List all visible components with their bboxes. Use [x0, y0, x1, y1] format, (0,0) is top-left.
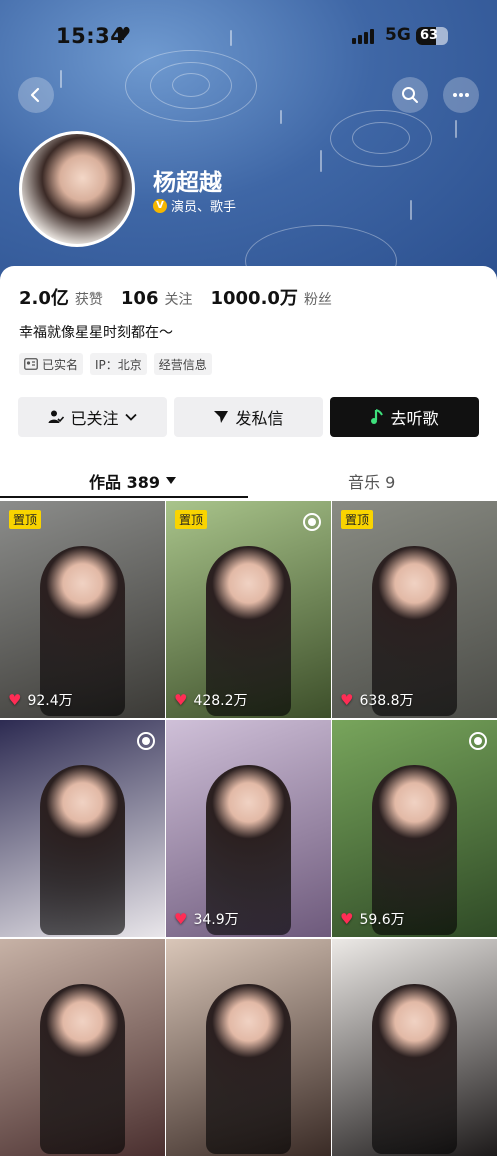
tab-works-label: 作品 389	[89, 473, 160, 492]
followers-label[interactable]: 粉丝	[304, 289, 332, 309]
following-label[interactable]: 关注	[164, 289, 192, 309]
rain-decoration	[410, 200, 412, 220]
tab-music-label: 音乐 9	[348, 473, 396, 492]
like-count-value: 428.2万	[193, 693, 248, 709]
verified-text: 演员、歌手	[171, 200, 237, 215]
live-photo-icon	[303, 513, 321, 531]
send-icon	[214, 411, 229, 423]
live-photo-icon	[137, 732, 155, 750]
pinned-badge: 置顶	[175, 510, 208, 529]
message-button[interactable]: 发私信	[174, 397, 323, 437]
video-thumbnail	[40, 984, 125, 1154]
video-thumbnail	[40, 765, 125, 935]
like-count: ♥ 59.6万	[340, 909, 405, 929]
rain-decoration	[320, 150, 322, 172]
listen-music-button[interactable]: 去听歌	[330, 397, 479, 437]
tag-label: 已实名	[42, 357, 79, 372]
like-count-value: 92.4万	[27, 693, 73, 709]
search-button[interactable]	[392, 77, 428, 113]
video-tile[interactable]: ♥ 34.9万	[166, 720, 331, 937]
listen-label: 去听歌	[390, 409, 439, 428]
user-check-icon	[48, 410, 65, 423]
following-count[interactable]: 106	[121, 288, 159, 309]
back-button[interactable]	[18, 77, 54, 113]
like-count: ♥ 428.2万	[174, 690, 248, 710]
heart-icon: ♥	[340, 691, 354, 709]
rain-decoration	[455, 120, 457, 138]
like-count-value: 638.8万	[359, 693, 414, 709]
video-tile[interactable]: ♥ 59.6万	[332, 720, 497, 937]
music-note-icon	[371, 409, 384, 424]
content-tabs: 作品 389 音乐 9	[0, 464, 497, 500]
avatar[interactable]	[19, 131, 135, 247]
active-tab-indicator	[0, 496, 248, 498]
status-bar: 15:34 ♥ 5G 63	[0, 22, 497, 52]
pinned-badge: 置顶	[9, 510, 42, 529]
tag-real-name: 已实名	[19, 353, 84, 375]
likes-count: 2.0亿	[19, 288, 69, 309]
more-button[interactable]	[443, 77, 479, 113]
heart-icon: ♥	[174, 691, 188, 709]
id-card-icon	[24, 358, 38, 370]
rain-decoration	[60, 70, 62, 88]
video-tile[interactable]	[166, 939, 331, 1156]
tab-works[interactable]: 作品 389	[89, 469, 176, 493]
ripple-decoration	[172, 73, 210, 97]
ripple-decoration	[352, 122, 410, 154]
tag-business-info[interactable]: 经营信息	[153, 353, 212, 375]
like-count: ♥ 92.4万	[8, 690, 73, 710]
verified-info: V 演员、歌手	[153, 196, 236, 215]
profile-header-banner: 15:34 ♥ 5G 63 杨超越 V 演员、歌手	[0, 0, 497, 290]
battery-level: 63	[419, 28, 439, 43]
video-tile[interactable]	[0, 720, 165, 937]
action-buttons: 已关注 发私信 去听歌	[18, 397, 479, 437]
video-tile[interactable]	[332, 939, 497, 1156]
pinned-badge: 置顶	[341, 510, 374, 529]
verified-badge-icon: V	[153, 198, 167, 213]
like-count: ♥ 34.9万	[174, 909, 239, 929]
tab-music[interactable]: 音乐 9	[348, 469, 395, 493]
chevron-down-icon	[124, 413, 137, 421]
followed-label: 已关注	[70, 409, 119, 428]
profile-stats: 2.0亿 获赞 106 关注 1000.0万 粉丝	[19, 284, 350, 310]
heart-status-icon: ♥	[115, 24, 132, 45]
tag-label: IP：北京	[95, 357, 142, 372]
profile-card: 2.0亿 获赞 106 关注 1000.0万 粉丝 幸福就像星星时刻都在～ 已实…	[0, 266, 497, 1156]
followers-count[interactable]: 1000.0万	[210, 284, 297, 310]
caret-down-icon	[165, 477, 176, 484]
likes-label: 获赞	[74, 292, 103, 308]
followed-button[interactable]: 已关注	[18, 397, 167, 437]
heart-icon: ♥	[8, 691, 22, 709]
tag-ip-location: IP：北京	[90, 353, 147, 375]
video-grid: 置顶 ♥ 92.4万 置顶 ♥ 428.2万 置顶 ♥ 638.8万 ♥ 34.9万 ♥ 59.6万	[0, 501, 497, 1156]
like-count-value: 34.9万	[193, 912, 239, 928]
like-count-value: 59.6万	[359, 912, 405, 928]
battery-icon: 63	[416, 27, 448, 45]
like-count: ♥ 638.8万	[340, 690, 414, 710]
video-thumbnail	[206, 984, 291, 1154]
profile-tags: 已实名 IP：北京 经营信息	[19, 353, 212, 375]
network-type: 5G	[385, 25, 411, 45]
search-icon	[402, 87, 418, 103]
profile-name: 杨超越	[153, 170, 222, 196]
tag-label: 经营信息	[158, 357, 207, 372]
live-photo-icon	[469, 732, 487, 750]
profile-bio: 幸福就像星星时刻都在～	[19, 325, 173, 341]
message-label: 发私信	[235, 409, 284, 428]
heart-icon: ♥	[340, 910, 354, 928]
signal-icon	[352, 28, 374, 44]
heart-icon: ♥	[174, 910, 188, 928]
video-tile[interactable]	[0, 939, 165, 1156]
video-tile[interactable]: 置顶 ♥ 92.4万	[0, 501, 165, 718]
video-tile[interactable]: 置顶 ♥ 428.2万	[166, 501, 331, 718]
video-tile[interactable]: 置顶 ♥ 638.8万	[332, 501, 497, 718]
chevron-left-icon	[30, 87, 40, 103]
video-thumbnail	[372, 984, 457, 1154]
more-dots-icon	[453, 93, 469, 97]
rain-decoration	[280, 110, 282, 124]
